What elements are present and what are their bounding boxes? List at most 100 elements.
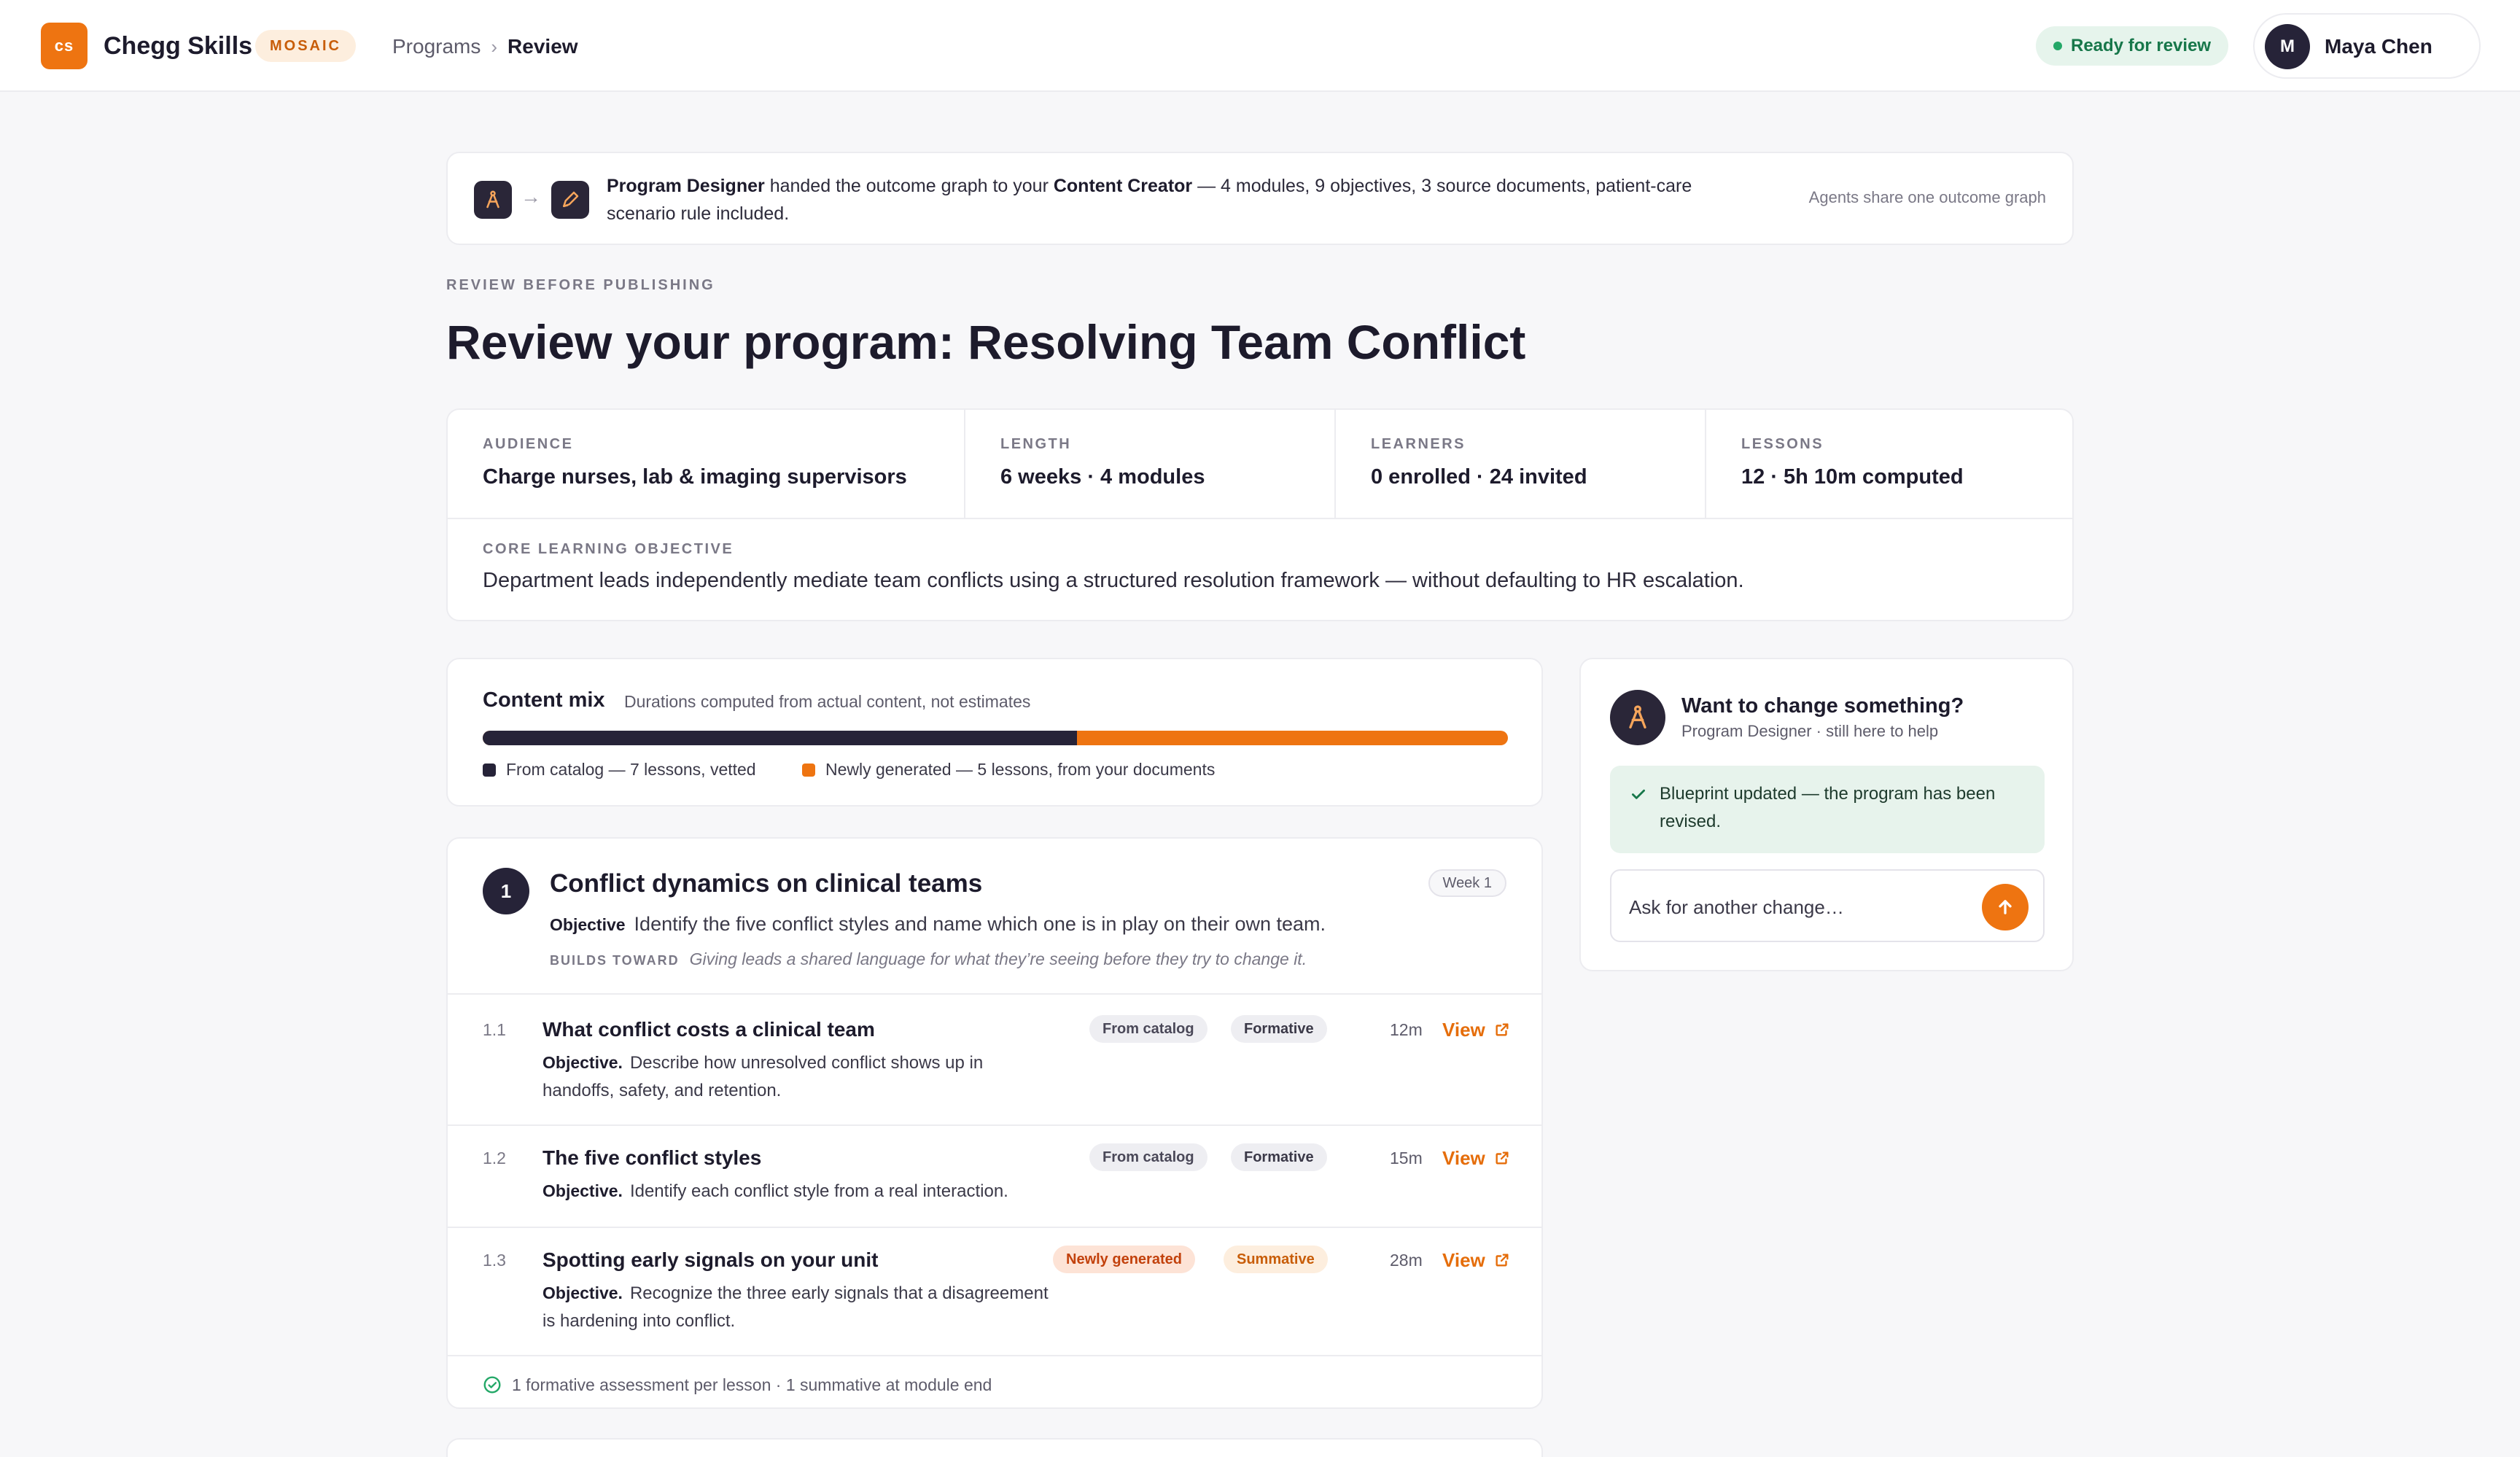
divider	[448, 518, 2072, 519]
module-objective: Objective Identify the five conflict styl…	[550, 910, 1326, 939]
module-footer-text: 1 formative assessment per lesson · 1 su…	[512, 1375, 992, 1394]
lesson-objective-label: Objective.	[542, 1283, 623, 1302]
lesson-number: 1.2	[483, 1149, 506, 1167]
content-mix-catalog-segment	[483, 731, 1078, 745]
page-eyebrow: REVIEW BEFORE PUBLISHING	[446, 277, 715, 293]
pencil-icon	[551, 181, 589, 219]
top-bar: cs Chegg Skills MOSAIC Programs › Review…	[0, 0, 2520, 92]
module-objective-label: Objective	[550, 915, 626, 934]
arrow-up-icon	[1999, 900, 2012, 914]
assessment-tag: Formative	[1231, 1143, 1327, 1171]
content-mix-subtitle: Durations computed from actual content, …	[624, 692, 1031, 711]
lesson-title: What conflict costs a clinical team	[542, 1018, 875, 1041]
fact-length: LENGTH 6 weeks · 4 modules	[965, 410, 1336, 518]
module-title: Conflict dynamics on clinical teams	[550, 869, 983, 898]
core-objective-label: CORE LEARNING OBJECTIVE	[483, 541, 734, 557]
lesson-duration: 12m	[1390, 1020, 1423, 1039]
program-name: Resolving Team Conflict	[968, 315, 1526, 369]
legend-catalog: From catalog — 7 lessons, vetted	[483, 760, 756, 780]
lesson-duration: 28m	[1390, 1251, 1423, 1270]
builds-toward-text: Giving leads a shared language for what …	[689, 949, 1307, 968]
legend-generated: Newly generated — 5 lessons, from your d…	[802, 760, 1215, 780]
lesson-objective-label: Objective.	[542, 1181, 623, 1200]
legend-swatch-catalog	[483, 763, 496, 777]
lesson-objective: Objective. Identify each conflict style f…	[542, 1177, 1097, 1205]
fact-audience: AUDIENCE Charge nurses, lab & imaging su…	[448, 410, 965, 518]
to-agent-name: Content Creator	[1053, 176, 1193, 196]
breadcrumb: Programs › Review	[392, 31, 578, 63]
status-badge: Ready for review	[2036, 26, 2229, 66]
lesson-objective: Objective. Recognize the three early sign…	[542, 1279, 1053, 1335]
assessment-tag: Summative	[1224, 1246, 1328, 1273]
module-number: 1	[483, 868, 529, 914]
lesson-objective: Objective. Describe how unresolved confli…	[542, 1049, 1053, 1105]
source-tag: From catalog	[1089, 1143, 1208, 1171]
builds-toward-label: BUILDS TOWARD	[550, 953, 680, 968]
fact-label: LESSONS	[1741, 436, 1824, 452]
breadcrumb-review: Review	[508, 35, 578, 58]
lesson-title: Spotting early signals on your unit	[542, 1248, 879, 1271]
content-mix-card: Content mix Durations computed from actu…	[446, 658, 1543, 807]
avatar: M	[2265, 24, 2310, 69]
assistant-message: Blueprint updated — the program has been…	[1610, 766, 2045, 853]
divider	[448, 1355, 1541, 1356]
source-tag: From catalog	[1089, 1015, 1208, 1043]
compass-icon	[1610, 690, 1665, 745]
page-title: Review your program: Resolving Team Conf…	[446, 309, 1525, 375]
fact-lessons: LESSONS 12 · 5h 10m computed	[1706, 410, 2074, 518]
chevron-right-icon: ›	[491, 35, 498, 58]
divider	[448, 1227, 1541, 1228]
breadcrumb-programs[interactable]: Programs	[392, 35, 481, 58]
user-name: Maya Chen	[2325, 35, 2432, 58]
legend-catalog-label: From catalog — 7 lessons, vetted	[506, 760, 756, 779]
assistant-panel: Want to change something? Program Design…	[1579, 658, 2074, 971]
lesson-objective-text: Identify each conflict style from a real…	[629, 1181, 1008, 1201]
module-builds-toward: BUILDS TOWARD Giving leads a shared langu…	[550, 947, 1307, 973]
core-objective-text: Department leads independently mediate t…	[483, 569, 1744, 592]
fact-label: LENGTH	[1000, 436, 1072, 452]
module-card: 1 Conflict dynamics on clinical teams We…	[446, 837, 1543, 1409]
module-footer: 1 formative assessment per lesson · 1 su…	[483, 1372, 992, 1397]
send-button[interactable]	[1982, 884, 2029, 930]
fact-learners: LEARNERS 0 enrolled · 24 invited	[1336, 410, 1706, 518]
external-link-icon	[1496, 1254, 1509, 1267]
view-lesson-link[interactable]: View	[1442, 1246, 1510, 1275]
view-lesson-link[interactable]: View	[1442, 1143, 1510, 1173]
lesson-objective-label: Objective.	[542, 1053, 623, 1072]
module-objective-text: Identify the five conflict styles and na…	[634, 913, 1326, 935]
lesson-number: 1.1	[483, 1020, 506, 1039]
handoff-message: Program Designer handed the outcome grap…	[607, 172, 1730, 228]
app-name: Chegg Skills	[104, 32, 253, 60]
divider	[448, 1124, 1541, 1126]
change-request-field[interactable]	[1610, 869, 2045, 942]
handoff-text-middle: handed the outcome graph to your	[764, 176, 1054, 196]
legend-swatch-generated	[802, 763, 815, 777]
page-title-prefix: Review your program:	[446, 315, 968, 369]
view-link-label: View	[1442, 1249, 1485, 1271]
fact-value: 6 weeks · 4 modules	[1000, 465, 1205, 489]
view-link-label: View	[1442, 1019, 1485, 1041]
view-lesson-link[interactable]: View	[1442, 1015, 1510, 1044]
content-mix-bar	[483, 731, 1508, 745]
assistant-subtitle: Program Designer · still here to help	[1681, 722, 1939, 740]
change-request-input[interactable]	[1629, 891, 1964, 923]
compass-icon	[474, 181, 512, 219]
mosaic-badge: MOSAIC	[255, 30, 356, 62]
lesson-number: 1.3	[483, 1251, 506, 1270]
divider	[448, 993, 1541, 995]
arrow-right-icon: →	[521, 185, 541, 208]
fact-value: 12 · 5h 10m computed	[1741, 465, 1964, 489]
assistant-title: Want to change something?	[1681, 694, 1964, 718]
status-dot-icon	[2053, 42, 2062, 50]
fact-value: 0 enrolled · 24 invited	[1371, 465, 1587, 489]
content-mix-title: Content mix	[483, 688, 605, 712]
check-circle-icon	[483, 1376, 501, 1394]
fact-label: LEARNERS	[1371, 436, 1466, 452]
next-module-card	[446, 1438, 1543, 1457]
from-agent-name: Program Designer	[607, 176, 765, 196]
fact-value: Charge nurses, lab & imaging supervisors	[483, 465, 907, 489]
external-link-icon	[1496, 1151, 1509, 1165]
user-menu[interactable]: M Maya Chen	[2253, 13, 2481, 79]
app-logo[interactable]: cs	[41, 23, 88, 69]
program-facts-card: AUDIENCE Charge nurses, lab & imaging su…	[446, 408, 2074, 621]
